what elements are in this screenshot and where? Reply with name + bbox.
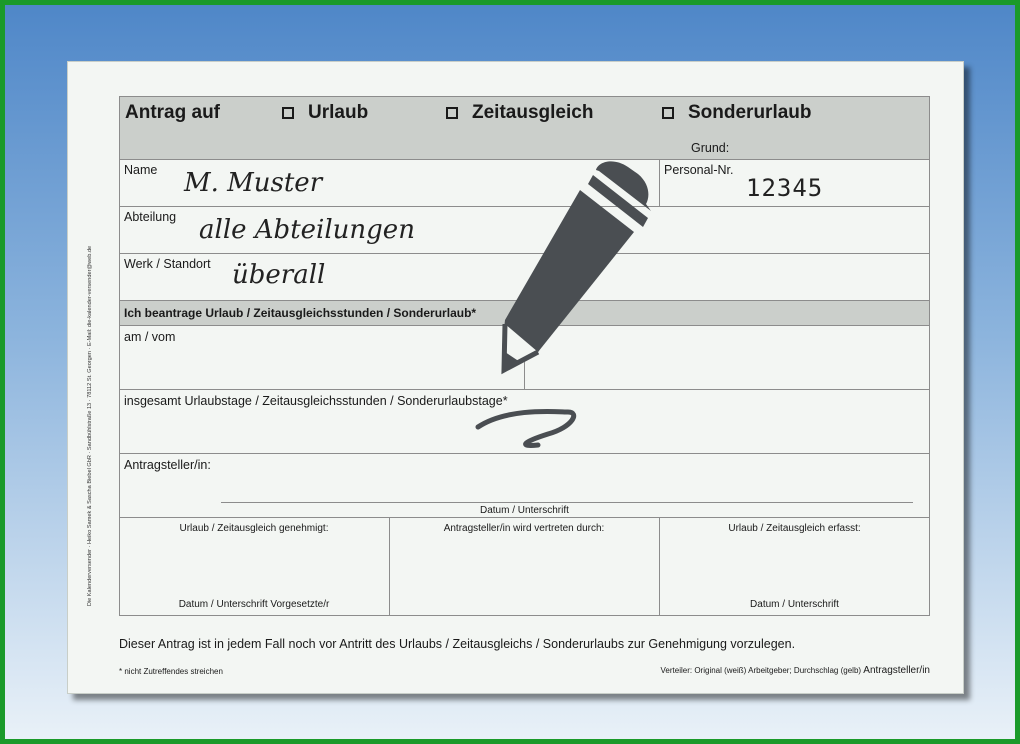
image-frame: Die Kalenderversender · Heiko Samek & Sa… <box>0 0 1020 744</box>
form-sheet: Die Kalenderversender · Heiko Samek & Sa… <box>67 61 964 694</box>
pencil-icon <box>475 161 651 448</box>
